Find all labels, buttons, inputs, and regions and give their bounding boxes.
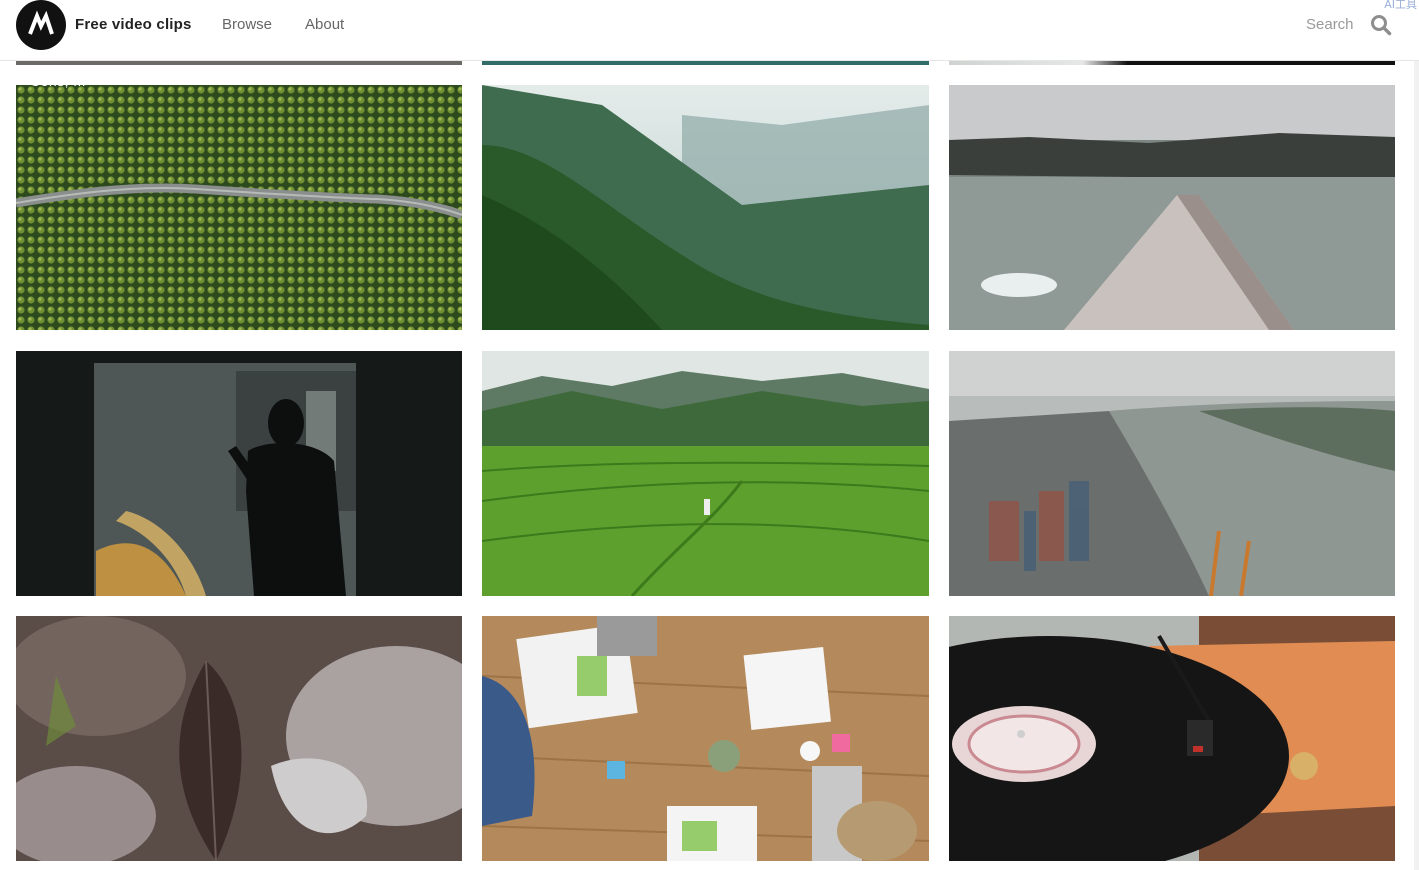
search-input[interactable]: Search: [1306, 16, 1354, 33]
site-header: Free video clips Browse About Search AI工…: [0, 0, 1419, 61]
site-logo[interactable]: [16, 0, 66, 50]
video-grid: [0, 0, 1419, 870]
logo-mark-icon: [28, 10, 54, 35]
site-brand-title[interactable]: Free video clips: [75, 16, 192, 33]
video-thumb-aerial-forest-road[interactable]: [16, 85, 462, 330]
video-thumb-frosted-leaves[interactable]: [16, 616, 462, 861]
video-thumb-team-meeting-table[interactable]: [482, 616, 929, 861]
thumb-caption-overlay: Cons, m: [30, 73, 86, 89]
video-thumb-lake-wooden-pier[interactable]: [949, 85, 1395, 330]
search-icon[interactable]: [1370, 14, 1392, 36]
video-thumb-harbor-river-cranes[interactable]: [949, 351, 1395, 596]
video-thumb-vinyl-record-player[interactable]: [949, 616, 1395, 861]
nav-about-link[interactable]: About: [305, 16, 344, 33]
video-thumb-silhouette-window-city[interactable]: [16, 351, 462, 596]
nav-browse-link[interactable]: Browse: [222, 16, 272, 33]
video-thumb-green-mountain-valley[interactable]: [482, 85, 929, 330]
video-thumb-rice-field-mountains[interactable]: [482, 351, 929, 596]
corner-badge: AI工具: [1384, 0, 1417, 11]
page-scrollbar[interactable]: [1414, 61, 1419, 870]
